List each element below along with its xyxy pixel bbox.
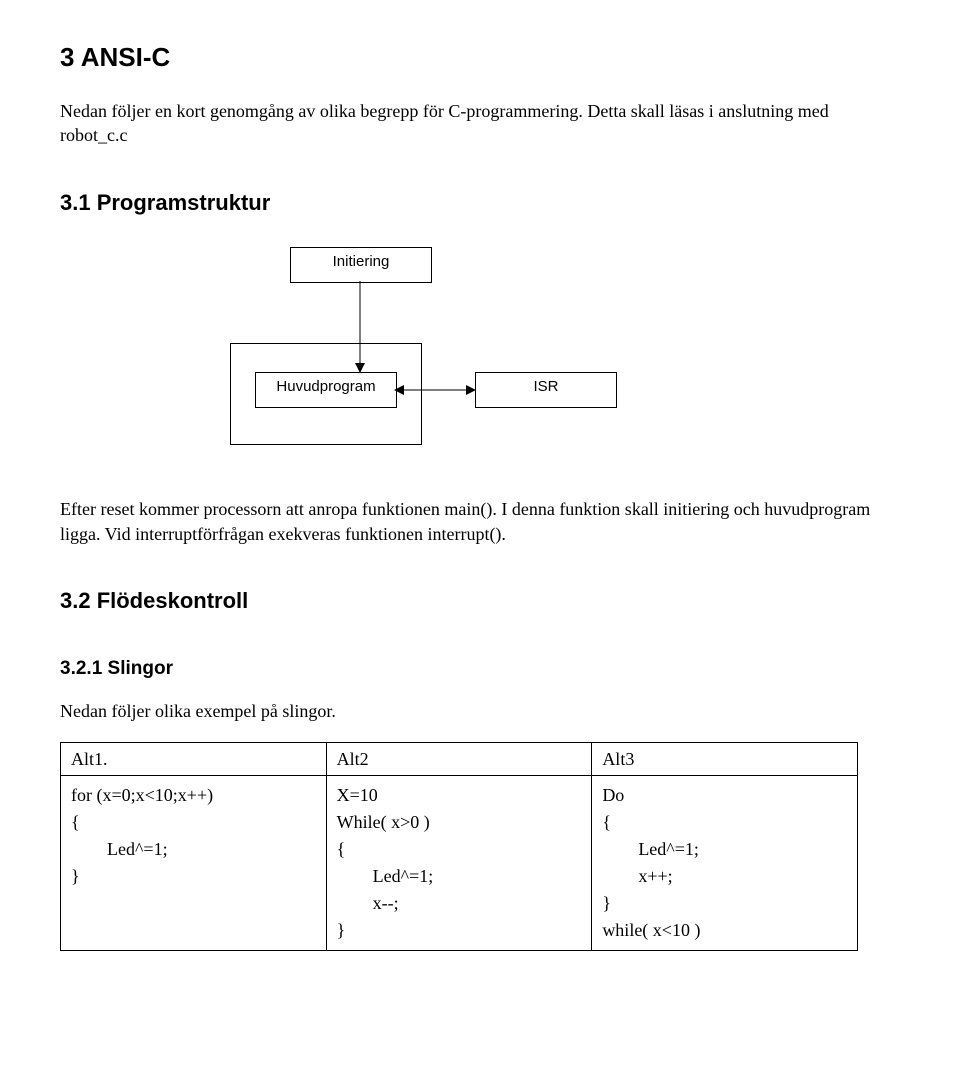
- program-structure-diagram: Initiering Huvudprogram ISR: [180, 247, 620, 467]
- loop-examples-table: Alt1. Alt2 Alt3 for (x=0;x<10;x++) { Led…: [60, 742, 858, 951]
- section-3-2-1-heading: 3.2.1 Slingor: [60, 656, 900, 682]
- code-cell-alt1: for (x=0;x<10;x++) { Led^=1; }: [61, 775, 327, 950]
- col-header-alt3: Alt3: [592, 742, 858, 775]
- section-3-intro: Nedan följer en kort genomgång av olika …: [60, 99, 900, 148]
- table-row: Alt1. Alt2 Alt3: [61, 742, 858, 775]
- code-alt3: Do { Led^=1; x++; } while( x<10 ): [602, 782, 847, 944]
- code-cell-alt2: X=10 While( x>0 ) { Led^=1; x--; }: [326, 775, 592, 950]
- col-header-alt1: Alt1.: [61, 742, 327, 775]
- col-header-alt2: Alt2: [326, 742, 592, 775]
- section-3-1-heading: 3.1 Programstruktur: [60, 188, 900, 218]
- section-3-2-1-intro: Nedan följer olika exempel på slingor.: [60, 699, 900, 723]
- section-3-1-after: Efter reset kommer processorn att anropa…: [60, 497, 900, 546]
- table-row: for (x=0;x<10;x++) { Led^=1; } X=10 Whil…: [61, 775, 858, 950]
- section-3-2-heading: 3.2 Flödeskontroll: [60, 586, 900, 616]
- code-cell-alt3: Do { Led^=1; x++; } while( x<10 ): [592, 775, 858, 950]
- code-alt1: for (x=0;x<10;x++) { Led^=1; }: [71, 782, 316, 890]
- code-alt2: X=10 While( x>0 ) { Led^=1; x--; }: [337, 782, 582, 944]
- section-3-heading: 3 ANSI-C: [60, 40, 900, 75]
- diagram-arrows: [180, 247, 620, 467]
